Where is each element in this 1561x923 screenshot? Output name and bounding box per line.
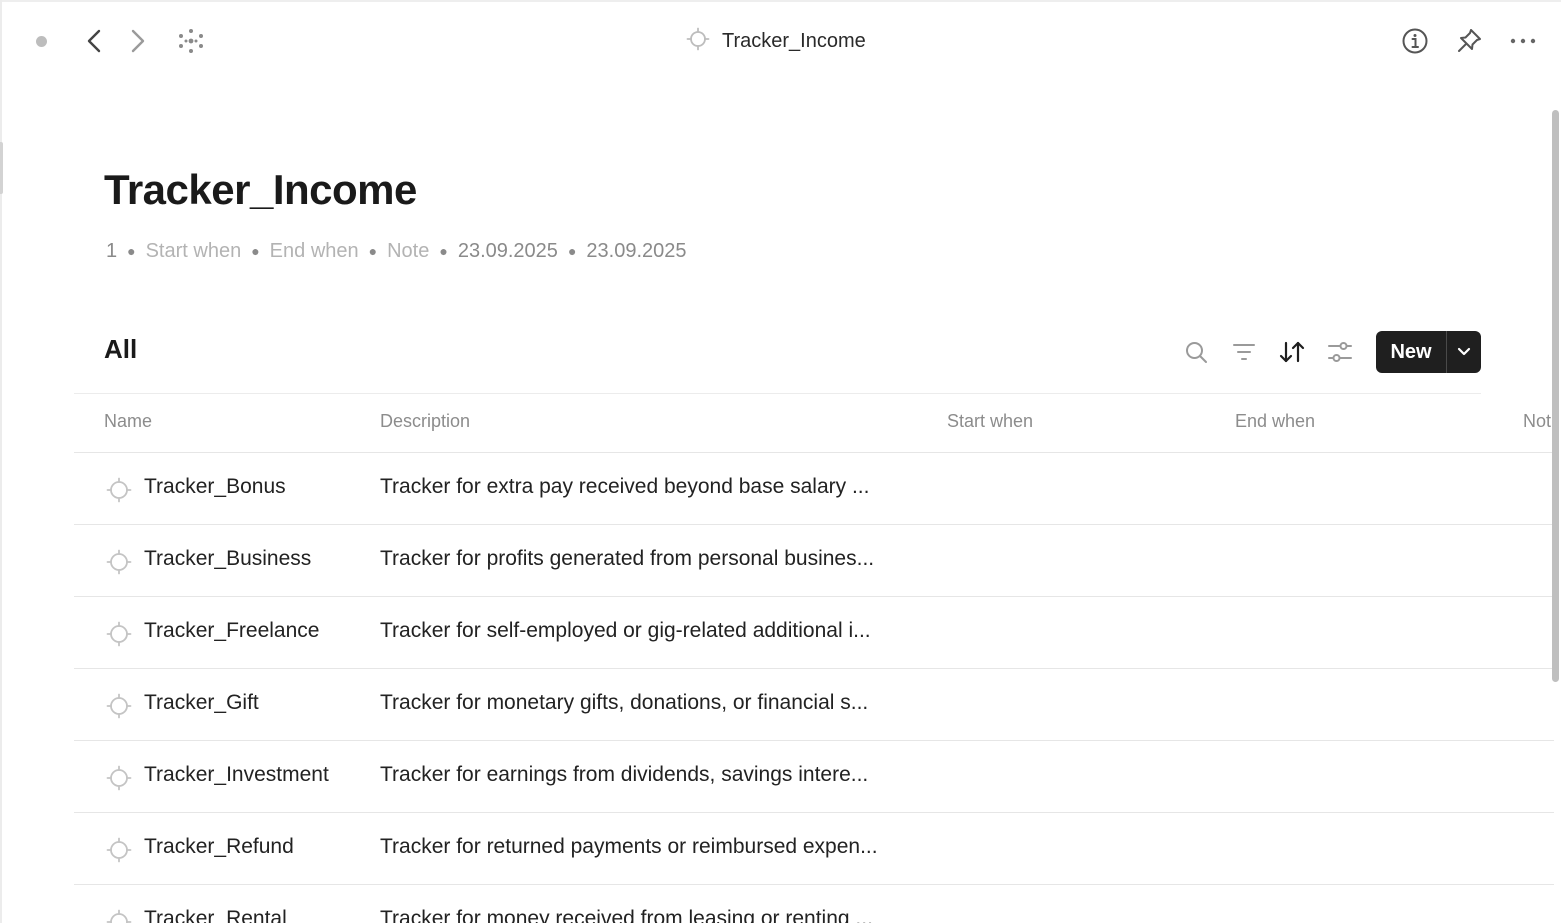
more-icon[interactable] xyxy=(1506,24,1540,58)
table-row[interactable]: Tracker_Business Tracker for profits gene… xyxy=(74,525,1554,597)
crosshair-icon xyxy=(106,549,132,575)
new-button-group: New xyxy=(1376,331,1481,373)
separator-dot: ● xyxy=(567,243,577,259)
created-date[interactable]: 23.09.2025 xyxy=(458,240,558,263)
properties-row: 1 ● Start when ● End when ● Note ● 23.09… xyxy=(106,236,687,266)
status-dot-icon[interactable] xyxy=(28,28,54,54)
view-tab-all[interactable]: All xyxy=(104,334,137,365)
row-description-cell[interactable]: Tracker for extra pay received beyond ba… xyxy=(380,475,869,499)
modified-date[interactable]: 23.09.2025 xyxy=(586,240,686,263)
row-description-cell[interactable]: Tracker for profits generated from perso… xyxy=(380,547,874,571)
row-name-cell[interactable]: Tracker_Bonus xyxy=(144,475,286,499)
row-name-cell[interactable]: Tracker_Business xyxy=(144,547,311,571)
sidebar-resize-handle[interactable] xyxy=(0,142,3,194)
count-property[interactable]: 1 xyxy=(106,240,117,263)
forward-arrow-icon[interactable] xyxy=(122,24,154,58)
page-title: Tracker_Income xyxy=(104,166,417,213)
breadcrumb[interactable]: Tracker_Income xyxy=(686,24,866,58)
separator-dot: ● xyxy=(368,243,378,259)
info-icon[interactable] xyxy=(1398,24,1432,58)
row-name-cell[interactable]: Tracker_Investment xyxy=(144,763,329,787)
column-header-note[interactable]: Not xyxy=(1523,411,1551,432)
note-property[interactable]: Note xyxy=(387,240,429,263)
crosshair-icon xyxy=(106,477,132,503)
table-header: Name Description Start when End when Not xyxy=(0,394,1561,452)
app-window: Tracker_Income Tracker_Income 1 ● Start … xyxy=(0,0,1561,923)
sort-icon[interactable] xyxy=(1275,335,1309,369)
table-row[interactable]: Tracker_Rental Tracker for money received… xyxy=(74,885,1554,923)
column-header-description[interactable]: Description xyxy=(380,411,470,432)
table-row[interactable]: Tracker_Investment Tracker for earnings f… xyxy=(74,741,1554,813)
graph-icon[interactable] xyxy=(174,24,208,58)
pin-icon[interactable] xyxy=(1452,24,1486,58)
separator-dot: ● xyxy=(127,243,136,259)
row-name-cell[interactable]: Tracker_Rental xyxy=(144,907,287,923)
view-settings-icon[interactable] xyxy=(1323,335,1357,369)
search-icon[interactable] xyxy=(1179,335,1213,369)
breadcrumb-title: Tracker_Income xyxy=(722,29,866,52)
crosshair-icon xyxy=(106,693,132,719)
row-description-cell[interactable]: Tracker for money received from leasing … xyxy=(380,907,873,923)
separator-dot: ● xyxy=(251,243,260,259)
filter-icon[interactable] xyxy=(1227,335,1261,369)
row-name-cell[interactable]: Tracker_Refund xyxy=(144,835,294,859)
new-button[interactable]: New xyxy=(1376,331,1446,373)
crosshair-icon xyxy=(686,27,710,56)
table-row[interactable]: Tracker_Refund Tracker for returned payme… xyxy=(74,813,1554,885)
crosshair-icon xyxy=(106,765,132,791)
sidebar-edge xyxy=(0,0,2,923)
scrollbar[interactable] xyxy=(1552,110,1559,682)
table-row[interactable]: Tracker_Gift Tracker for monetary gifts, … xyxy=(74,669,1554,741)
column-header-name[interactable]: Name xyxy=(104,411,152,432)
row-description-cell[interactable]: Tracker for self-employed or gig-related… xyxy=(380,619,871,643)
column-header-end-when[interactable]: End when xyxy=(1235,411,1315,432)
row-description-cell[interactable]: Tracker for returned payments or reimbur… xyxy=(380,835,878,859)
row-description-cell[interactable]: Tracker for earnings from dividends, sav… xyxy=(380,763,868,787)
table-row[interactable]: Tracker_Bonus Tracker for extra pay recei… xyxy=(74,453,1554,525)
end-when-property[interactable]: End when xyxy=(270,240,359,263)
back-arrow-icon[interactable] xyxy=(78,24,110,58)
table-row[interactable]: Tracker_Freelance Tracker for self-employ… xyxy=(74,597,1554,669)
top-bar: Tracker_Income xyxy=(0,0,1561,82)
crosshair-icon xyxy=(106,909,132,923)
chevron-down-icon[interactable] xyxy=(1447,331,1481,373)
separator-dot: ● xyxy=(439,243,448,259)
crosshair-icon xyxy=(106,837,132,863)
row-description-cell[interactable]: Tracker for monetary gifts, donations, o… xyxy=(380,691,868,715)
row-name-cell[interactable]: Tracker_Gift xyxy=(144,691,259,715)
column-header-start-when[interactable]: Start when xyxy=(947,411,1033,432)
crosshair-icon xyxy=(106,621,132,647)
start-when-property[interactable]: Start when xyxy=(146,240,242,263)
row-name-cell[interactable]: Tracker_Freelance xyxy=(144,619,319,643)
